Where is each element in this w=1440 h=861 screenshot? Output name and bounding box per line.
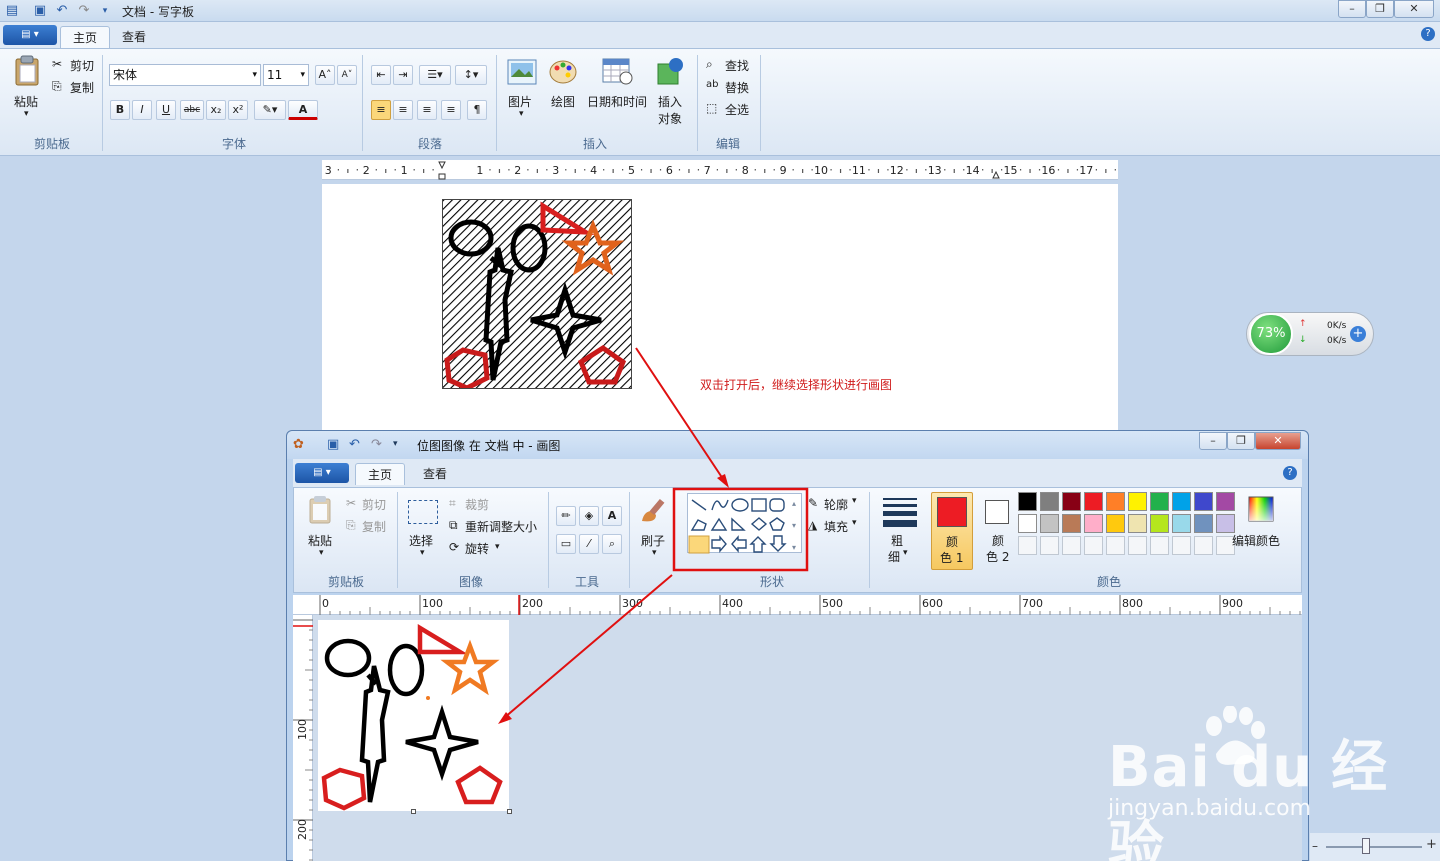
annotation-arrow-1 xyxy=(635,347,726,483)
baidu-paw-icon xyxy=(1206,706,1265,765)
baidu-watermark-logo: Bai du 经验 xyxy=(1108,722,1440,861)
annotation-arrow-2 xyxy=(503,574,673,719)
watermark-url: jingyan.baidu.com xyxy=(1108,796,1312,821)
annotation-arrow-1-head xyxy=(717,474,729,488)
shapes-highlight-box xyxy=(672,487,809,572)
